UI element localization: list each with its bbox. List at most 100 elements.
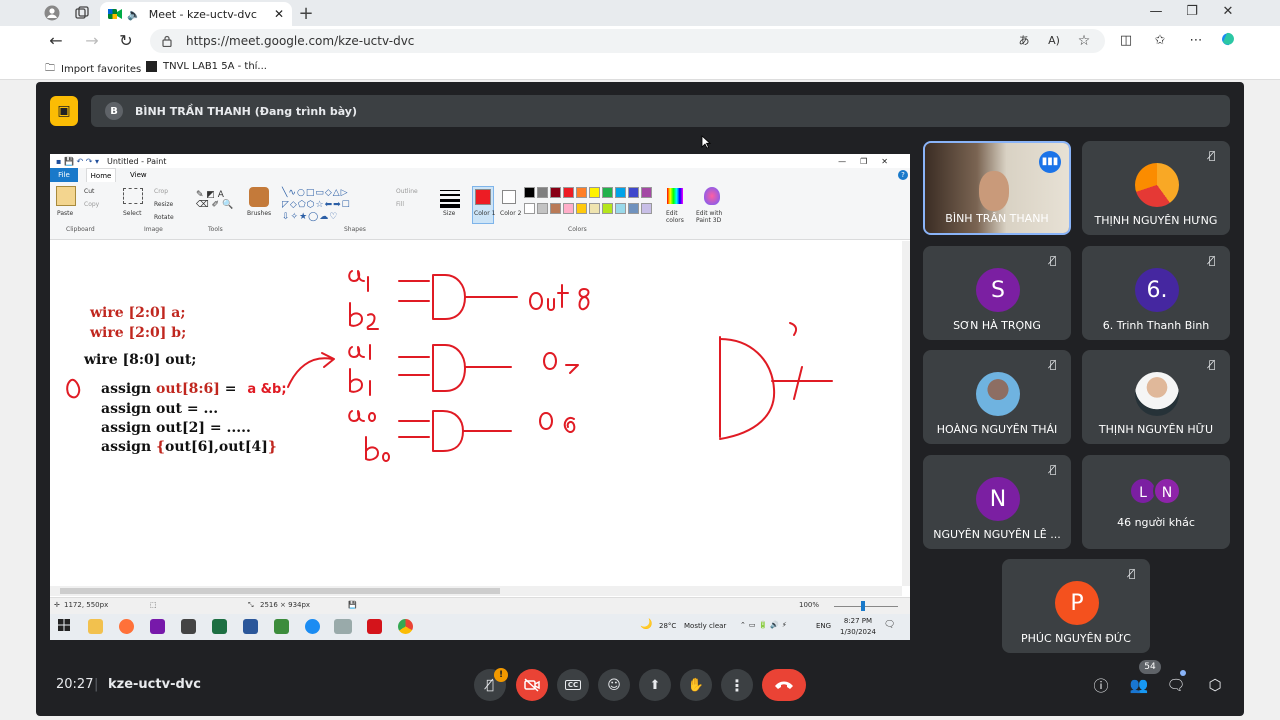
palette-swatch[interactable]: [550, 202, 561, 214]
language-indicator[interactable]: ENG: [816, 622, 831, 630]
clock[interactable]: 8:27 PM 1/30/2024: [840, 616, 876, 638]
participant-tile-binh[interactable]: ▮▮▮ BÌNH TRẦN THANH: [923, 141, 1071, 235]
palette-swatch[interactable]: [550, 187, 561, 198]
url-field[interactable]: https://meet.google.com/kze-uctv-dvc: [150, 29, 1105, 53]
workspaces-icon[interactable]: [70, 3, 94, 23]
palette-swatch[interactable]: [628, 187, 639, 198]
split-screen-icon[interactable]: ◫: [1114, 30, 1138, 52]
palette-swatch[interactable]: [524, 187, 535, 198]
presentation-icon[interactable]: ▣: [50, 96, 78, 126]
file-explorer-icon[interactable]: [88, 619, 103, 634]
palette-swatch[interactable]: [602, 187, 613, 198]
paint-horizontal-scrollbar[interactable]: [50, 586, 902, 596]
favorite-star-icon[interactable]: ☆: [1072, 30, 1096, 52]
favorite-tnvl[interactable]: TNVL LAB1 5A - thí...: [146, 61, 267, 72]
copy-button[interactable]: Copy: [84, 201, 99, 208]
acrobat-icon[interactable]: [367, 619, 382, 634]
color2-swatch[interactable]: [502, 190, 516, 204]
palette-swatch[interactable]: [576, 187, 587, 198]
palette-swatch[interactable]: [641, 187, 652, 198]
paint-taskbar-icon[interactable]: [334, 619, 352, 634]
refresh-icon[interactable]: ↻: [114, 30, 138, 52]
crop-button[interactable]: Crop: [154, 188, 168, 195]
tray-icons[interactable]: ⌃▭🔋🔊⚡: [740, 621, 790, 629]
copilot-icon[interactable]: [1216, 30, 1240, 52]
palette-swatch[interactable]: [524, 202, 535, 214]
windows-start-icon[interactable]: [58, 619, 73, 634]
present-button[interactable]: ⬆: [639, 669, 671, 701]
more-menu-icon[interactable]: ⋯: [1184, 30, 1208, 52]
shapes-gallery[interactable]: ╲∿○□▭◇△▷ ◸◇⬠⬡☆⬅➡☐ ⇩✧★◯☁♡: [282, 187, 382, 223]
raise-hand-button[interactable]: ✋: [680, 669, 712, 701]
onenote-icon[interactable]: [150, 619, 165, 634]
palette-swatch[interactable]: [602, 202, 613, 214]
menu-view[interactable]: View: [130, 168, 147, 182]
new-tab-icon[interactable]: +: [294, 3, 318, 24]
participant-tile-phuc[interactable]: 🎙̸ P PHÚC NGUYỄN ĐỨC: [1002, 559, 1150, 653]
help-icon[interactable]: ?: [898, 170, 908, 180]
leave-call-button[interactable]: [762, 669, 806, 701]
edit-colors-icon[interactable]: [667, 188, 683, 204]
favorite-import[interactable]: 🗀 Import favorites: [45, 61, 141, 78]
notification-icon[interactable]: 🗨: [884, 620, 895, 630]
paint-canvas[interactable]: wire [2:0] a; wire [2:0] b; wire [8:0] o…: [50, 241, 902, 581]
back-arrow-icon[interactable]: ←: [44, 30, 68, 52]
participant-tile-thinh-hung[interactable]: 🎙̸ THỊNH NGUYỄN HƯNG: [1082, 141, 1230, 235]
translate-icon[interactable]: あ: [1012, 30, 1036, 52]
snipping-icon[interactable]: [181, 619, 196, 634]
paste-icon[interactable]: [56, 186, 76, 206]
participant-tile-others[interactable]: L N 46 người khác: [1082, 455, 1230, 549]
excel-icon[interactable]: [212, 619, 227, 634]
maximize-icon[interactable]: ❐: [1178, 4, 1206, 22]
palette-swatch[interactable]: [563, 187, 574, 198]
favorites-icon[interactable]: ✩: [1148, 30, 1172, 52]
menu-file[interactable]: File: [50, 168, 78, 182]
brushes-icon[interactable]: [249, 187, 269, 207]
palette-swatch[interactable]: [628, 202, 639, 214]
notepad-icon[interactable]: [274, 619, 289, 634]
forward-arrow-icon[interactable]: →: [80, 30, 104, 52]
activities-icon[interactable]: ⬡: [1203, 673, 1227, 697]
paint-window-controls[interactable]: —❐✕: [838, 157, 902, 166]
resize-button[interactable]: Resize: [154, 201, 173, 208]
tools-icons[interactable]: ✎ ◩ A ⌫ ✐ 🔍: [196, 190, 236, 216]
palette-swatch[interactable]: [589, 187, 600, 198]
meeting-details-icon[interactable]: ⓘ: [1089, 673, 1113, 697]
close-window-icon[interactable]: ✕: [1214, 4, 1242, 22]
minimize-icon[interactable]: —: [1142, 4, 1170, 22]
participant-tile-trinh-binh[interactable]: 🎙̸ 6. 6. Trinh Thanh Binh: [1082, 246, 1230, 340]
palette-swatch[interactable]: [641, 202, 652, 214]
participant-tile-nguyen-le[interactable]: 🎙̸ N NGUYỄN NGUYỄN LÊ ...: [923, 455, 1071, 549]
color-palette[interactable]: [524, 187, 664, 217]
camera-toggle-button[interactable]: [516, 669, 548, 701]
paint3d-icon[interactable]: [704, 187, 720, 205]
zoom-slider-thumb[interactable]: [861, 601, 865, 611]
edge-icon[interactable]: [305, 619, 320, 634]
chat-icon[interactable]: 🗨: [1164, 673, 1188, 697]
zoom-slider[interactable]: [834, 606, 898, 607]
palette-swatch[interactable]: [537, 202, 548, 214]
tab-close-icon[interactable]: ✕: [274, 7, 284, 21]
size-icon[interactable]: [440, 188, 460, 208]
emoji-button[interactable]: ☺: [598, 669, 630, 701]
read-aloud-icon[interactable]: A): [1042, 30, 1066, 52]
fill-button[interactable]: Fill: [396, 201, 404, 208]
cut-button[interactable]: Cut: [84, 188, 94, 195]
rotate-button[interactable]: Rotate: [154, 214, 174, 221]
browser-tab-active[interactable]: 🔈 Meet - kze-uctv-dvc ✕: [100, 2, 292, 26]
paint-vertical-scrollbar[interactable]: [902, 241, 910, 586]
firefox-icon[interactable]: [119, 619, 134, 634]
participant-tile-hoang[interactable]: 🎙̸ HOÀNG NGUYỄN THÁI: [923, 350, 1071, 444]
captions-button[interactable]: CC: [557, 669, 589, 701]
palette-swatch[interactable]: [615, 187, 626, 198]
participant-tile-son[interactable]: 🎙̸ S SƠN HÀ TRỌNG: [923, 246, 1071, 340]
color1-button[interactable]: [472, 186, 494, 224]
palette-swatch[interactable]: [576, 202, 587, 214]
participant-tile-thinh-huu[interactable]: 🎙̸ THỊNH NGUYỄN HỮU: [1082, 350, 1230, 444]
people-icon[interactable]: 👥: [1127, 673, 1151, 697]
chrome-icon[interactable]: [398, 619, 413, 634]
select-icon[interactable]: [123, 188, 143, 204]
more-options-button[interactable]: ⋮: [721, 669, 753, 701]
palette-swatch[interactable]: [589, 202, 600, 214]
palette-swatch[interactable]: [537, 187, 548, 198]
